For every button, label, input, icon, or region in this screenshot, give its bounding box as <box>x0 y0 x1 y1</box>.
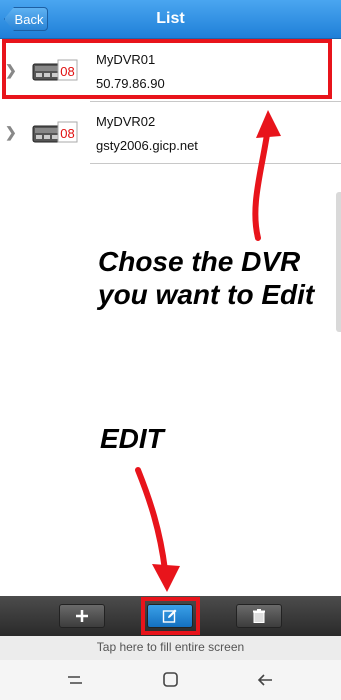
instruction-line-2: you want to Edit <box>98 279 315 310</box>
annotation-arrows <box>135 110 281 592</box>
instruction-line-1: Chose the DVR <box>98 246 301 277</box>
plus-icon <box>76 610 88 622</box>
delete-button[interactable] <box>236 604 282 628</box>
fill-screen-bar[interactable]: Tap here to fill entire screen <box>0 636 341 660</box>
back-arrow-icon[interactable] <box>254 670 276 690</box>
instruction-edit: EDIT <box>100 423 164 454</box>
recent-apps-icon[interactable] <box>64 670 86 690</box>
arrow-down-head <box>152 564 180 592</box>
system-navigation-bar <box>0 660 341 700</box>
arrow-up-to-row <box>252 125 271 241</box>
instruction-choose-dvr: Chose the DVR you want to Edit <box>98 245 314 311</box>
home-icon[interactable] <box>160 670 182 690</box>
arrow-up-head <box>256 110 281 138</box>
edit-highlight-box <box>141 597 200 635</box>
add-button[interactable] <box>59 604 105 628</box>
trash-icon <box>253 609 265 623</box>
arrow-down-to-edit <box>135 467 168 573</box>
